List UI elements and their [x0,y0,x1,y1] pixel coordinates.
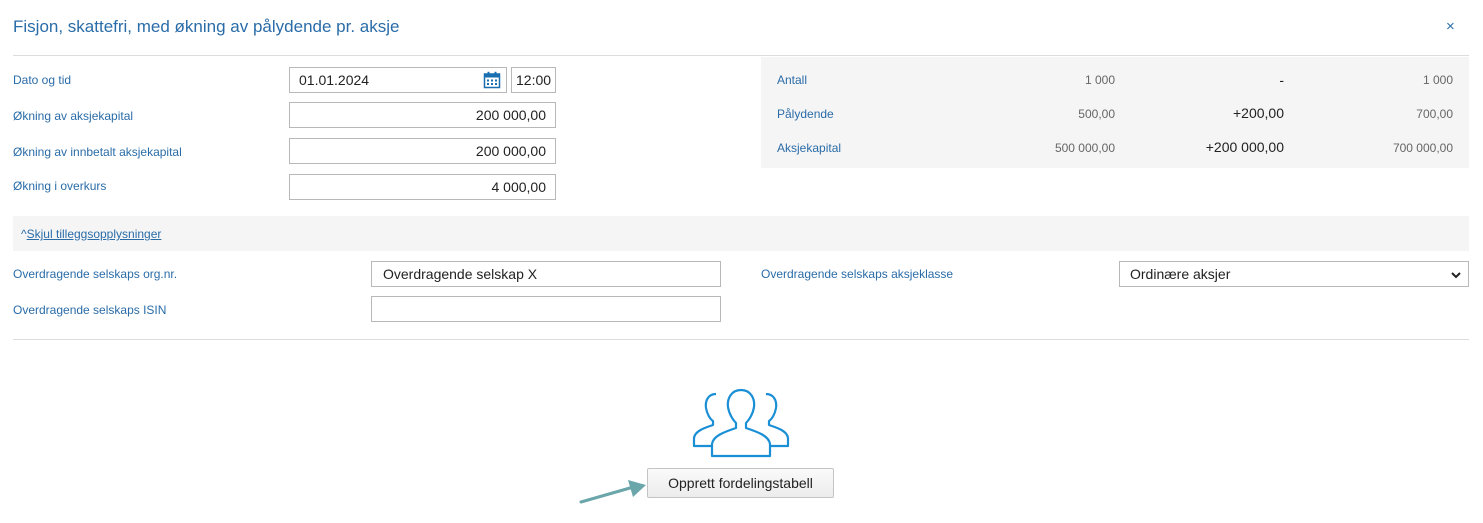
share-capital-increase-label: Økning av aksjekapital [13,109,134,123]
close-button[interactable]: × [1446,18,1455,35]
transferring-class-label: Overdragende selskaps aksjeklasse [761,267,954,281]
transferring-org-label: Overdragende selskaps org.nr. [13,267,178,281]
paid-in-capital-increase-input[interactable] [289,138,556,164]
transferring-class-value: Ordinære aksjer [1130,266,1231,282]
share-capital-increase-input[interactable] [289,102,556,128]
people-group-icon [692,388,790,458]
date-input[interactable] [289,67,507,93]
transferring-isin-label: Overdragende selskaps ISIN [13,303,167,317]
summary-panel: Antall 1 000 - 1 000 Pålydende 500,00 +2… [761,57,1469,168]
paid-in-capital-increase-label: Økning av innbetalt aksjekapital [13,145,182,159]
calendar-icon[interactable] [483,71,501,89]
create-distribution-table-button[interactable]: Opprett fordelingstabell [647,468,834,498]
date-label: Dato og tid [13,73,72,87]
premium-increase-input[interactable] [289,174,556,200]
summary-after-palydende: 700,00 [1416,107,1453,121]
summary-before-palydende: 500,00 [1078,107,1115,121]
transferring-isin-input[interactable] [371,296,721,322]
summary-change-palydende: +200,00 [1233,105,1284,121]
summary-label-palydende: Pålydende [777,107,834,121]
summary-change-antall: - [1279,72,1284,88]
additional-info-bar [13,216,1469,251]
section-divider [13,339,1469,340]
time-input[interactable] [511,67,556,93]
summary-label-antall: Antall [777,73,808,87]
arrow-right-icon [579,480,646,504]
summary-before-antall: 1 000 [1084,73,1115,87]
transferring-org-input[interactable] [371,261,721,287]
chevron-down-icon [1451,272,1461,279]
transferring-class-select[interactable]: Ordinære aksjer [1119,261,1469,287]
dialog-title: Fisjon, skattefri, med økning av pålyden… [13,17,400,36]
toggle-label: Skjul tilleggsopplysninger [26,227,162,241]
header-divider [13,55,1469,56]
share-capital-dialog: Fisjon, skattefri, med økning av pålyden… [0,0,1483,523]
summary-change-aksjekapital: +200 000,00 [1205,139,1284,155]
hide-additional-info-toggle[interactable]: ^Skjul tilleggsopplysninger [21,227,161,241]
premium-increase-label: Økning i overkurs [13,179,107,193]
summary-before-aksjekapital: 500 000,00 [1054,141,1115,155]
summary-after-aksjekapital: 700 000,00 [1392,141,1453,155]
summary-after-antall: 1 000 [1422,73,1453,87]
summary-label-aksjekapital: Aksjekapital [777,141,842,155]
